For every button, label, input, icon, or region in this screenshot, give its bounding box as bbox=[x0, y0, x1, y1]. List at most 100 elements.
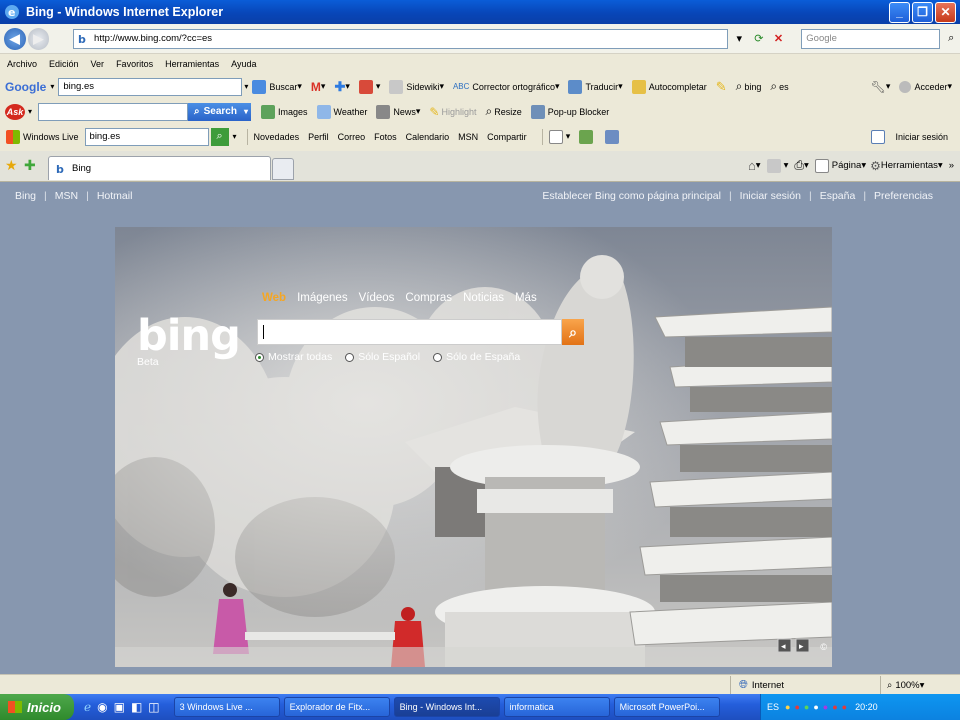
tray-icon-6[interactable]: ● bbox=[832, 702, 837, 712]
nav-signin[interactable]: Iniciar sesión bbox=[740, 190, 801, 202]
chevron-more-icon[interactable]: » bbox=[949, 160, 954, 171]
scope-imagenes[interactable]: Imágenes bbox=[297, 292, 348, 304]
ask-search-input[interactable] bbox=[38, 102, 189, 121]
task-explorador[interactable]: Explorador de Fitx... bbox=[283, 697, 390, 717]
tray-icon-2[interactable]: ● bbox=[794, 702, 799, 712]
ask-search-button[interactable]: ⌕ Search ▾ bbox=[188, 102, 251, 121]
acceder-button[interactable]: Acceder ▾ bbox=[899, 80, 952, 93]
stop-icon[interactable]: ✕ bbox=[770, 30, 788, 48]
ie-quicklaunch-icon[interactable]: ℯ bbox=[84, 700, 91, 714]
live-link-calendario[interactable]: Calendario bbox=[406, 132, 450, 142]
nav-bing[interactable]: Bing bbox=[15, 190, 36, 202]
plus-button[interactable]: ✚ ▾ bbox=[334, 79, 349, 95]
feeds-button[interactable]: ▾ bbox=[766, 158, 788, 173]
nav-espana[interactable]: España bbox=[820, 190, 856, 202]
add-favorites-icon[interactable]: ✚ bbox=[24, 157, 36, 174]
scope-noticias[interactable]: Noticias bbox=[463, 292, 504, 304]
live-link-fotos[interactable]: Fotos bbox=[374, 132, 397, 142]
scope-web[interactable]: Web bbox=[262, 292, 286, 304]
task-windows-live[interactable]: 3 Windows Live ... bbox=[173, 697, 280, 717]
menu-favoritos[interactable]: Favoritos bbox=[116, 59, 153, 69]
language-indicator[interactable]: ES bbox=[767, 702, 779, 712]
live-link-compartir[interactable]: Compartir bbox=[487, 132, 527, 142]
ask-menu-icon[interactable]: ▾ bbox=[28, 107, 32, 116]
tray-icon-3[interactable]: ● bbox=[804, 702, 809, 712]
windows-live-button[interactable]: Windows Live bbox=[6, 129, 79, 144]
highlight-button[interactable]: ✎ bbox=[716, 79, 727, 95]
radio-solo-espana[interactable]: Sólo de España bbox=[433, 351, 520, 363]
bing-search-input[interactable] bbox=[257, 319, 562, 345]
traducir-button[interactable]: Traducir ▾ bbox=[568, 79, 623, 94]
ie-search-input[interactable]: Google bbox=[801, 28, 941, 49]
app-quicklaunch-icon[interactable]: ◧ bbox=[131, 700, 142, 714]
nav-hotmail[interactable]: Hotmail bbox=[97, 190, 133, 202]
images-button[interactable]: Images bbox=[260, 104, 308, 119]
buscar-button[interactable]: Buscar ▾ bbox=[252, 79, 302, 94]
tools-menu[interactable]: ⚙ Herramientas ▾ bbox=[870, 159, 943, 173]
menu-edicion[interactable]: Edición bbox=[49, 59, 79, 69]
media-quicklaunch-icon[interactable]: ◉ bbox=[97, 700, 107, 714]
term-bing-button[interactable]: ⌕ bing bbox=[736, 79, 762, 94]
menu-archivo[interactable]: Archivo bbox=[7, 59, 37, 69]
task-powerpoint[interactable]: Microsoft PowerPoi... bbox=[613, 697, 720, 717]
address-input[interactable]: b http://www.bing.com/?cc=es bbox=[73, 28, 729, 49]
back-button[interactable]: ◀ bbox=[4, 27, 26, 50]
live-link-msn[interactable]: MSN bbox=[458, 132, 478, 142]
minimize-button[interactable]: _ bbox=[889, 1, 910, 23]
folder-quicklaunch-icon[interactable]: ▣ bbox=[114, 700, 125, 714]
scope-compras[interactable]: Compras bbox=[405, 292, 452, 304]
forward-button[interactable]: ▶ bbox=[27, 27, 50, 50]
autocompletar-button[interactable]: Autocompletar bbox=[631, 79, 707, 94]
new-tab-button[interactable] bbox=[272, 158, 294, 180]
page-menu[interactable]: Página ▾ bbox=[814, 158, 866, 173]
settings-button[interactable]: 🔧︎ ▾ bbox=[871, 80, 891, 94]
copyright-icon[interactable]: © bbox=[820, 642, 827, 652]
google-menu-icon[interactable]: ▾ bbox=[50, 82, 54, 91]
live-link-correo[interactable]: Correo bbox=[338, 132, 366, 142]
tray-icon-1[interactable]: ● bbox=[785, 702, 790, 712]
zoom-control[interactable]: ⌕ 100% ▾ bbox=[880, 675, 960, 696]
radio-solo-espanol[interactable]: Sólo Español bbox=[345, 351, 420, 363]
google-search-input[interactable]: bing.es bbox=[58, 77, 243, 96]
weather-button[interactable]: Weather bbox=[316, 104, 367, 119]
gmail-button[interactable]: M ▾ bbox=[311, 80, 326, 94]
popup-blocker-button[interactable]: Pop-up Blocker bbox=[530, 104, 609, 119]
term-es-button[interactable]: ⌕ es bbox=[770, 79, 788, 94]
nav-set-homepage[interactable]: Establecer Bing como página principal bbox=[542, 190, 721, 202]
news-button[interactable]: News ▾ bbox=[376, 104, 420, 119]
search-icon[interactable]: ⌕ bbox=[942, 30, 960, 48]
tray-icon-5[interactable]: ● bbox=[823, 702, 828, 712]
office-quicklaunch-icon[interactable]: ◫ bbox=[148, 700, 159, 714]
live-link-novedades[interactable]: Novedades bbox=[254, 132, 300, 142]
pagerank-button[interactable]: ▾ bbox=[358, 79, 380, 94]
google-dropdown-icon[interactable]: ▾ bbox=[244, 82, 248, 91]
task-bing-ie[interactable]: Bing - Windows Int... bbox=[393, 697, 500, 717]
bing-search-button[interactable]: ⌕ bbox=[562, 319, 584, 345]
nav-msn[interactable]: MSN bbox=[55, 190, 78, 202]
menu-herramientas[interactable]: Herramientas bbox=[165, 59, 219, 69]
start-button[interactable]: Inicio bbox=[0, 694, 74, 720]
scope-mas[interactable]: Más bbox=[515, 292, 537, 304]
tab-bing[interactable]: b Bing bbox=[48, 156, 271, 180]
menu-ver[interactable]: Ver bbox=[91, 59, 105, 69]
nav-preferencias[interactable]: Preferencias bbox=[874, 190, 933, 202]
security-zone[interactable]: 🌐︎ Internet bbox=[730, 675, 880, 696]
refresh-icon[interactable]: ⟳ bbox=[750, 30, 768, 48]
live-link-perfil[interactable]: Perfil bbox=[308, 132, 329, 142]
sidewiki-button[interactable]: Sidewiki ▾ bbox=[389, 79, 444, 94]
menu-ayuda[interactable]: Ayuda bbox=[231, 59, 256, 69]
live-signin-button[interactable]: Iniciar sesión bbox=[871, 129, 948, 144]
live-search-input[interactable]: bing.es bbox=[84, 127, 209, 146]
tray-icon-7[interactable]: ● bbox=[842, 702, 847, 712]
restore-button[interactable]: ❐ bbox=[912, 1, 933, 23]
close-button[interactable]: ✕ bbox=[935, 1, 956, 23]
live-translate-button[interactable] bbox=[605, 129, 622, 144]
corrector-button[interactable]: ABC Corrector ortográfico ▾ bbox=[453, 81, 560, 92]
favorites-star-icon[interactable]: ★ bbox=[5, 157, 18, 174]
scope-videos[interactable]: Vídeos bbox=[359, 292, 395, 304]
task-informatica[interactable]: informatica bbox=[503, 697, 610, 717]
print-button[interactable]: ⎙ ▾ bbox=[794, 158, 808, 173]
address-dropdown-icon[interactable]: ▾ bbox=[730, 30, 748, 48]
tray-icon-4[interactable]: ● bbox=[813, 702, 818, 712]
live-share-button[interactable] bbox=[579, 129, 596, 144]
